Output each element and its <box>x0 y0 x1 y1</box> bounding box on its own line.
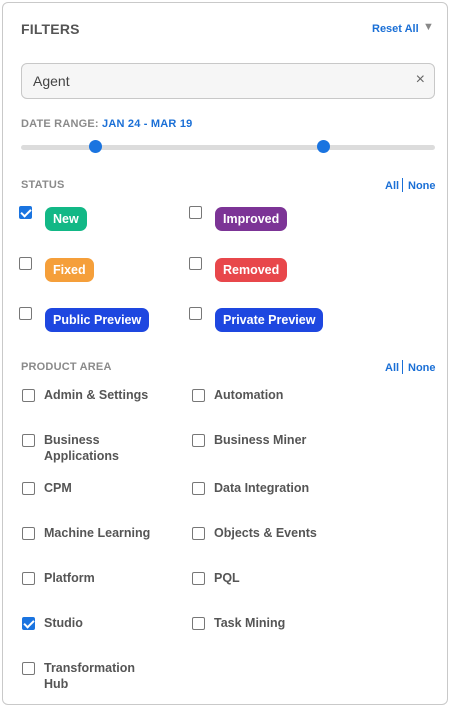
product-area-label-business-applications: Business Applications <box>44 433 120 463</box>
product-area-checkbox-machine-learning[interactable] <box>22 527 35 540</box>
status-checkbox-fixed[interactable] <box>19 257 32 270</box>
date-range-value: JAN 24 - MAR 19 <box>102 118 193 130</box>
status-checkbox-removed[interactable] <box>189 257 202 270</box>
reset-all-link[interactable]: Reset All <box>372 23 419 35</box>
status-none-link[interactable]: None <box>408 180 436 192</box>
status-badge-public-preview[interactable]: Public Preview <box>45 308 150 332</box>
date-range-start-handle[interactable] <box>89 140 103 153</box>
product-area-checkbox-cpm[interactable] <box>22 482 35 495</box>
product-area-checkbox-task-mining[interactable] <box>192 617 205 630</box>
product-area-checkbox-business-applications[interactable] <box>22 434 35 447</box>
product-area-label-machine-learning: Machine Learning <box>44 526 151 540</box>
product-area-label-task-mining: Task Mining <box>214 616 286 630</box>
product-area-checkbox-data-integration[interactable] <box>192 482 205 495</box>
date-range-slider-track[interactable] <box>21 145 435 150</box>
status-checkbox-private-preview[interactable] <box>189 307 202 320</box>
status-badge-private-preview[interactable]: Private Preview <box>215 308 324 332</box>
product-area-all-link[interactable]: All <box>385 362 399 374</box>
search-input[interactable] <box>22 64 402 98</box>
status-badge-removed[interactable]: Removed <box>215 258 288 282</box>
status-checkbox-new[interactable] <box>19 206 32 219</box>
status-link-divider <box>402 178 403 192</box>
product-area-checkbox-studio[interactable] <box>22 617 35 630</box>
product-area-label-pql: PQL <box>214 571 240 585</box>
product-area-checkbox-pql[interactable] <box>192 572 205 585</box>
product-area-label-data-integration: Data Integration <box>214 481 310 495</box>
filters-title: FILTERS <box>21 21 80 37</box>
product-area-checkbox-admin-and-settings[interactable] <box>22 389 35 402</box>
filters-panel: FILTERS Reset All ▼ × DATE RANGE: JAN 24… <box>2 2 448 705</box>
product-area-label-admin-and-settings: Admin & Settings <box>44 388 149 402</box>
collapse-caret-icon[interactable]: ▼ <box>423 21 434 33</box>
product-area-checkbox-transformation-hub[interactable] <box>22 662 35 675</box>
status-badge-new[interactable]: New <box>45 207 87 231</box>
product-area-checkbox-automation[interactable] <box>192 389 205 402</box>
product-area-link-divider <box>402 360 403 374</box>
product-area-label-platform: Platform <box>44 571 95 585</box>
product-area-label-objects-and-events: Objects & Events <box>214 526 317 540</box>
date-range-caption: DATE RANGE: <box>21 118 99 130</box>
product-area-none-link[interactable]: None <box>408 362 436 374</box>
product-area-label-studio: Studio <box>44 616 83 630</box>
product-area-checkbox-business-miner[interactable] <box>192 434 205 447</box>
product-area-checkbox-objects-and-events[interactable] <box>192 527 205 540</box>
product-area-label-automation: Automation <box>214 388 284 402</box>
product-area-label-transformation-hub: Transformation Hub <box>44 661 135 691</box>
product-area-label-business-miner: Business Miner <box>214 433 307 447</box>
status-all-link[interactable]: All <box>385 180 399 192</box>
clear-icon[interactable]: × <box>416 72 425 88</box>
status-badge-fixed[interactable]: Fixed <box>45 258 94 282</box>
product-area-label-cpm: CPM <box>44 481 72 495</box>
date-range-end-handle[interactable] <box>316 140 330 153</box>
status-checkbox-public-preview[interactable] <box>19 307 32 320</box>
status-badge-improved[interactable]: Improved <box>215 207 288 231</box>
status-checkbox-improved[interactable] <box>189 206 202 219</box>
date-range-label: DATE RANGE: JAN 24 - MAR 19 <box>21 118 192 130</box>
product-area-section-title: PRODUCT AREA <box>21 361 112 373</box>
product-area-checkbox-platform[interactable] <box>22 572 35 585</box>
search-field: × <box>21 63 435 99</box>
status-section-title: STATUS <box>21 179 65 191</box>
